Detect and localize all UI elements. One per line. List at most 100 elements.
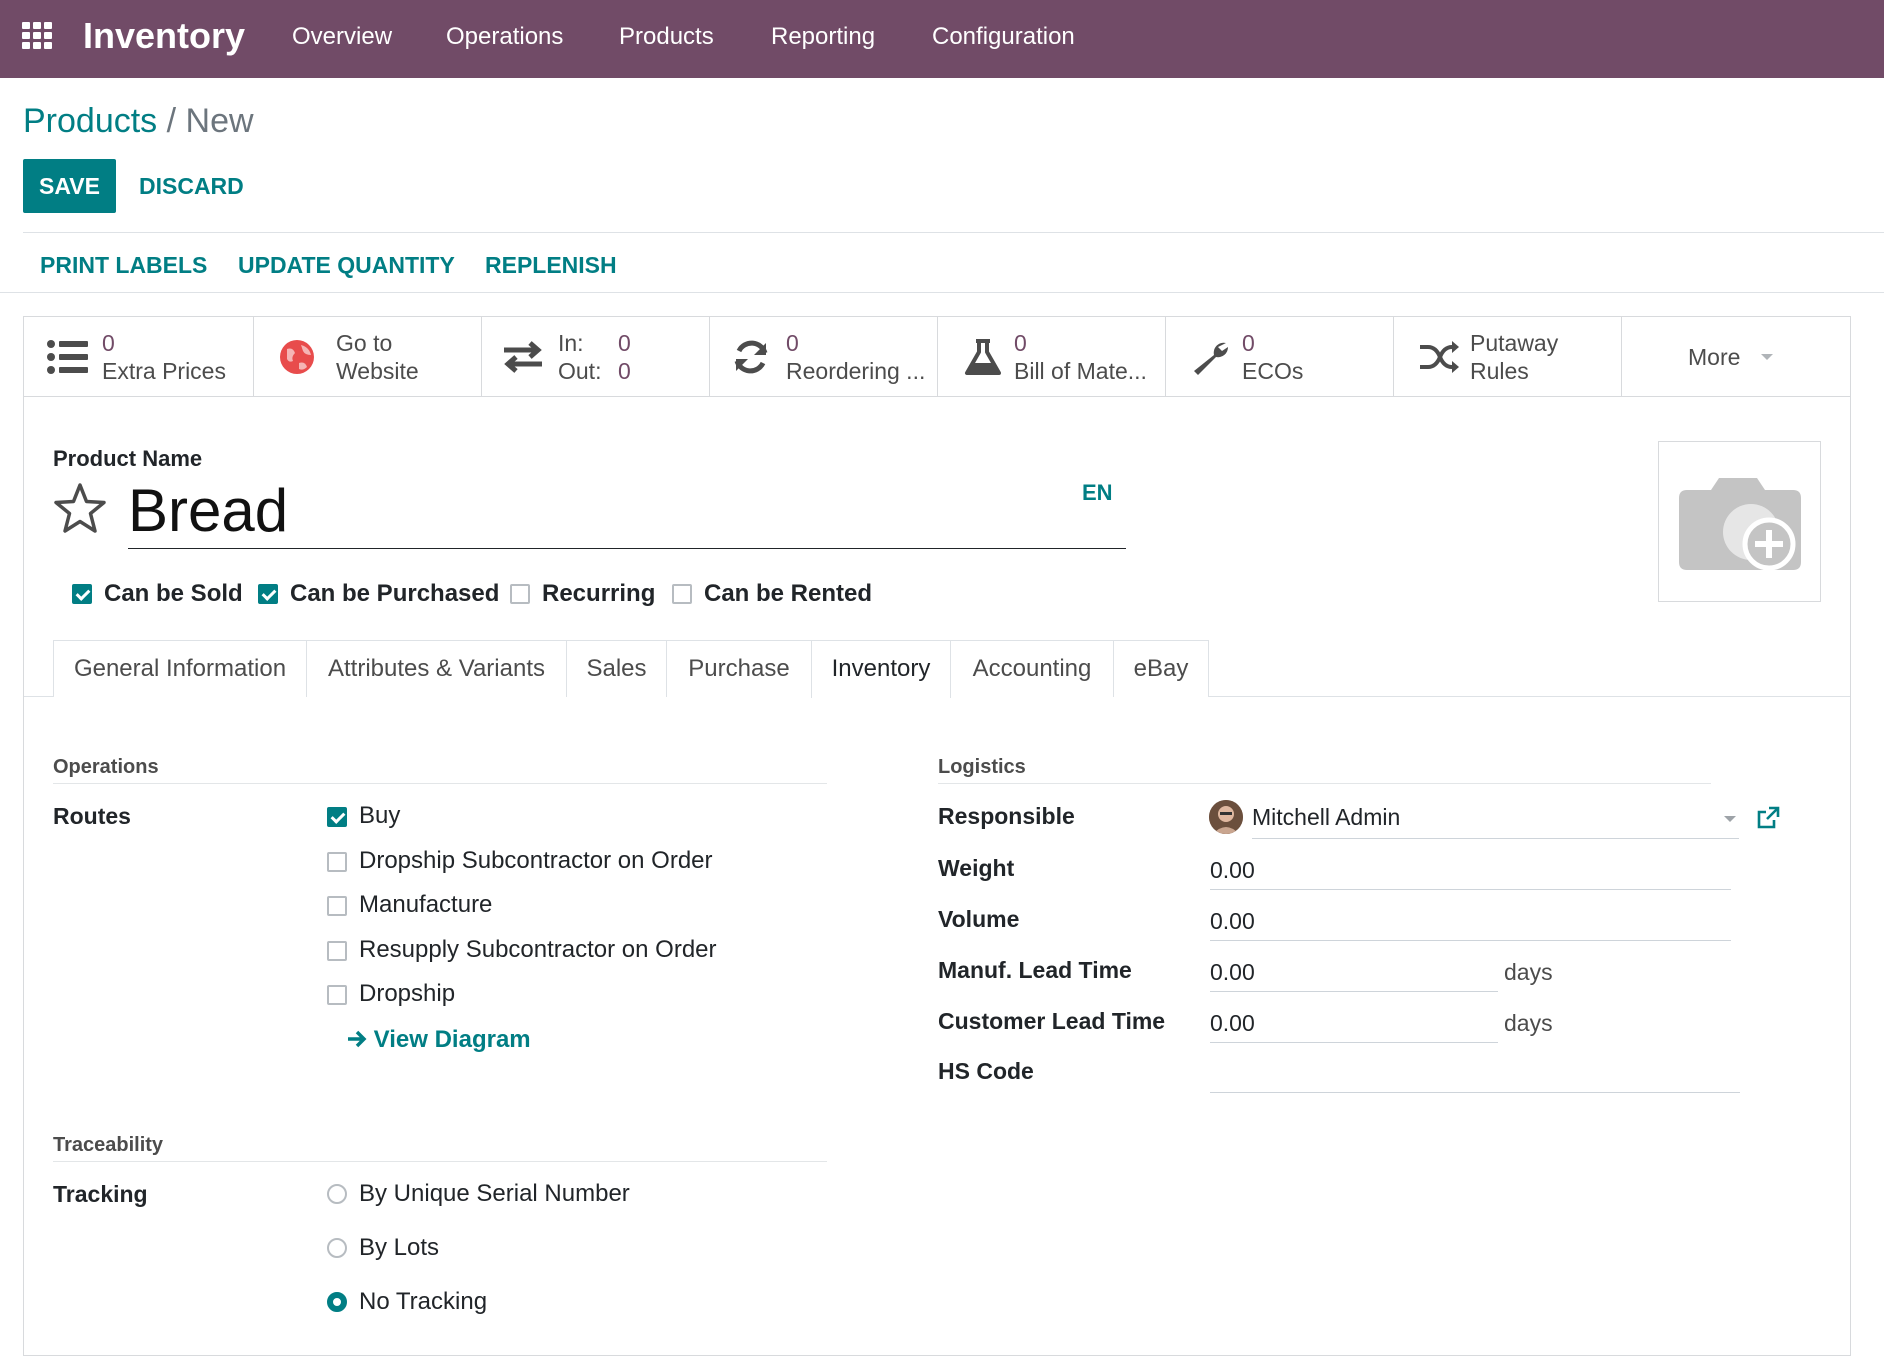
- avatar: [1209, 800, 1243, 834]
- more-button[interactable]: More: [1622, 317, 1850, 396]
- hs-code-input[interactable]: [1210, 1092, 1740, 1093]
- responsible-label: Responsible: [938, 803, 1075, 829]
- shuffle-icon: [1420, 341, 1459, 373]
- tab-ebay[interactable]: eBay: [1113, 640, 1209, 697]
- discard-button[interactable]: DISCARD: [139, 159, 244, 213]
- weight-input[interactable]: [1210, 889, 1731, 890]
- tab-purchase[interactable]: Purchase: [666, 640, 812, 697]
- save-button[interactable]: SAVE: [23, 159, 116, 213]
- globe-icon: [280, 340, 314, 374]
- tab-sales[interactable]: Sales: [566, 640, 667, 697]
- tab-inventory[interactable]: Inventory: [811, 640, 951, 698]
- bill-of-materials-button[interactable]: 0 Bill of Mate...: [938, 317, 1166, 396]
- reordering-label: Reordering ...: [786, 358, 926, 384]
- flask-icon: [965, 339, 1001, 375]
- tracking-lots-label: By Lots: [359, 1234, 440, 1261]
- reordering-rules-button[interactable]: 0 Reordering ...: [710, 317, 938, 396]
- volume-input[interactable]: [1210, 940, 1731, 941]
- route-resupply-subcontractor-label: Resupply Subcontractor on Order: [359, 936, 717, 963]
- manuf-lead-time-label: Manuf. Lead Time: [938, 957, 1132, 983]
- hs-code-label: HS Code: [938, 1058, 1034, 1084]
- putaway-line1: Putaway: [1470, 330, 1559, 356]
- customer-days-unit: days: [1504, 1010, 1553, 1036]
- route-manufacture-label: Manufacture: [359, 891, 493, 918]
- breadcrumb-separator: /: [166, 102, 177, 140]
- tracking-serial-radio[interactable]: [327, 1184, 347, 1204]
- customer-lead-time-value: 0.00: [1210, 1010, 1255, 1036]
- app-title[interactable]: Inventory: [83, 14, 245, 58]
- can-be-rented-label: Can be Rented: [704, 580, 873, 607]
- view-diagram-link[interactable]: View Diagram: [347, 1025, 531, 1055]
- recurring-label: Recurring: [542, 580, 656, 607]
- route-dropship-label: Dropship: [359, 980, 456, 1007]
- favorite-star-icon[interactable]: [52, 482, 108, 536]
- manuf-days-unit: days: [1504, 959, 1553, 985]
- breadcrumb-products[interactable]: Products: [23, 102, 157, 140]
- ecos-label: ECOs: [1242, 358, 1304, 384]
- responsible-input[interactable]: [1252, 838, 1739, 839]
- more-label: More: [1688, 344, 1741, 370]
- caret-down-icon: [1761, 354, 1773, 360]
- language-button[interactable]: EN: [1082, 480, 1113, 506]
- out-value: 0: [618, 358, 631, 384]
- menu-operations[interactable]: Operations: [446, 22, 563, 52]
- divider: [23, 232, 1884, 233]
- customer-lead-time-label: Customer Lead Time: [938, 1008, 1166, 1034]
- ecos-count: 0: [1242, 330, 1255, 356]
- apps-menu-icon[interactable]: [22, 22, 54, 50]
- website-line2: Website: [336, 358, 419, 384]
- breadcrumb: Products / New: [23, 100, 254, 142]
- in-label: In:: [558, 330, 584, 356]
- in-out-button[interactable]: In: Out: 0 0: [482, 317, 710, 396]
- arrow-right-icon: [348, 1030, 367, 1048]
- tab-attributes-variants[interactable]: Attributes & Variants: [306, 640, 567, 697]
- section-divider: [53, 783, 827, 784]
- section-divider: [53, 1161, 827, 1162]
- routes-label: Routes: [53, 803, 131, 829]
- customer-lead-time-input[interactable]: [1210, 1042, 1498, 1043]
- tab-accounting[interactable]: Accounting: [950, 640, 1114, 697]
- extra-prices-label: Extra Prices: [102, 358, 226, 384]
- manuf-lead-time-input[interactable]: [1210, 991, 1498, 992]
- ecos-button[interactable]: 0 ECOs: [1166, 317, 1394, 396]
- responsible-value: Mitchell Admin: [1252, 804, 1401, 830]
- menu-configuration[interactable]: Configuration: [932, 22, 1075, 52]
- tracking-none-radio[interactable]: [327, 1292, 347, 1312]
- tracking-lots-radio[interactable]: [327, 1238, 347, 1258]
- external-link-icon[interactable]: [1756, 806, 1780, 830]
- product-image-upload[interactable]: [1658, 441, 1821, 602]
- can-be-purchased-label: Can be Purchased: [290, 580, 500, 607]
- putaway-rules-button[interactable]: Putaway Rules: [1394, 317, 1622, 396]
- product-name-value: Bread: [128, 477, 289, 544]
- print-labels-button[interactable]: PRINT LABELS: [40, 250, 207, 280]
- camera-add-icon: [1679, 478, 1801, 571]
- menu-products[interactable]: Products: [619, 22, 714, 52]
- route-dropship-subcontractor-label: Dropship Subcontractor on Order: [359, 847, 713, 874]
- traceability-section-title: Traceability: [53, 1134, 164, 1156]
- menu-overview[interactable]: Overview: [292, 22, 392, 52]
- tracking-label: Tracking: [53, 1181, 148, 1207]
- dropdown-caret-icon[interactable]: [1723, 814, 1737, 824]
- section-divider: [938, 783, 1711, 784]
- transfer-arrows-icon: [504, 341, 542, 373]
- user-avatar-icon: [1209, 800, 1243, 834]
- manuf-lead-time-value: 0.00: [1210, 959, 1255, 985]
- logistics-section-title: Logistics: [938, 756, 1026, 778]
- reordering-count: 0: [786, 330, 799, 356]
- extra-prices-button[interactable]: 0 Extra Prices: [24, 317, 254, 396]
- tab-general-information[interactable]: General Information: [53, 640, 307, 697]
- menu-reporting[interactable]: Reporting: [771, 22, 875, 52]
- extra-prices-count: 0: [102, 330, 115, 356]
- wrench-icon: [1194, 342, 1229, 375]
- volume-value: 0.00: [1210, 908, 1255, 934]
- replenish-button[interactable]: REPLENISH: [485, 250, 617, 280]
- weight-value: 0.00: [1210, 857, 1255, 883]
- volume-label: Volume: [938, 906, 1020, 932]
- can-be-sold-label: Can be Sold: [104, 580, 243, 607]
- out-label: Out:: [558, 358, 602, 384]
- go-to-website-button[interactable]: Go to Website: [254, 317, 482, 396]
- breadcrumb-current: New: [185, 102, 254, 140]
- update-quantity-button[interactable]: UPDATE QUANTITY: [238, 250, 455, 280]
- website-line1: Go to: [336, 330, 393, 356]
- weight-label: Weight: [938, 855, 1015, 881]
